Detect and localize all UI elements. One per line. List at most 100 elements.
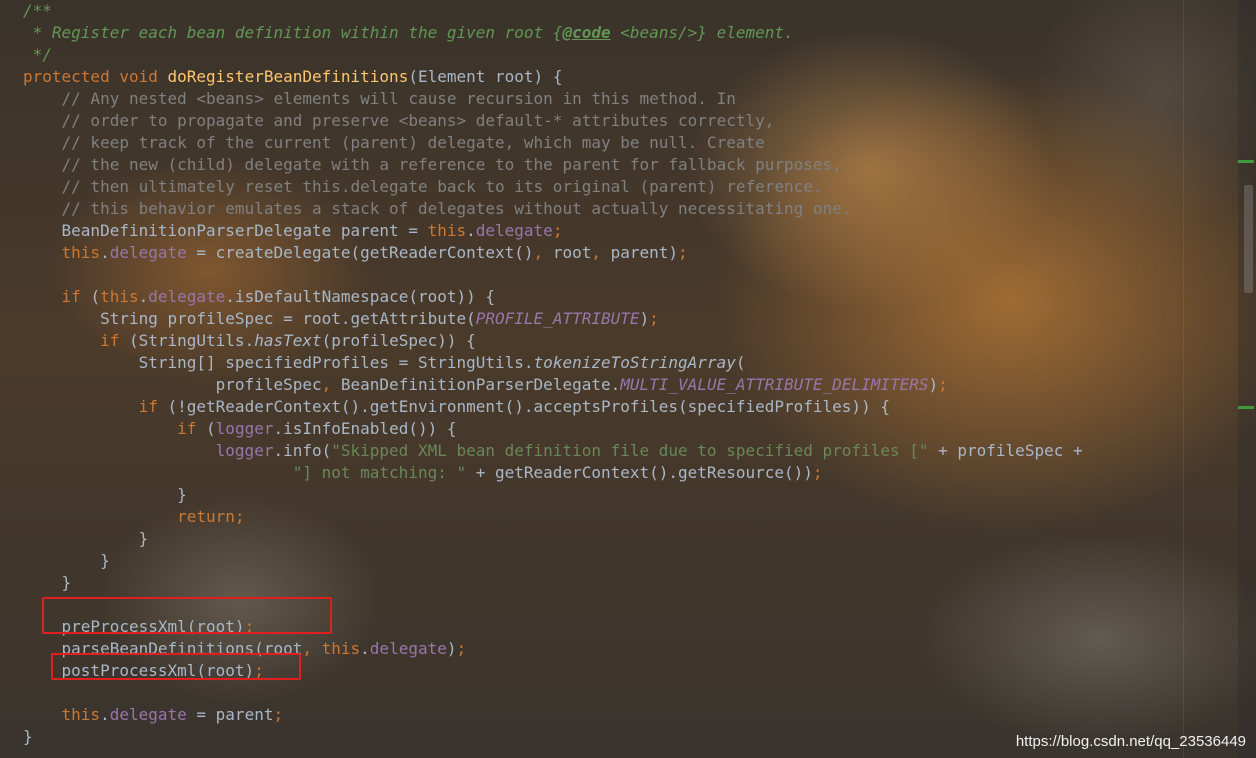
code-line[interactable]: } xyxy=(23,528,1083,550)
code-line[interactable]: * Register each bean definition within t… xyxy=(23,22,1083,44)
code-token: .isDefaultNamespace(root)) { xyxy=(225,287,496,306)
code-line[interactable]: "] not matching: " + getReaderContext().… xyxy=(23,462,1083,484)
code-token: if xyxy=(61,287,91,306)
code-token: ) xyxy=(446,639,457,658)
highlight-box-preprocessxml xyxy=(42,597,332,634)
code-line[interactable]: profileSpec, BeanDefinitionParserDelegat… xyxy=(23,374,1083,396)
code-token: logger xyxy=(215,441,274,460)
highlight-box-postprocessxml xyxy=(51,653,301,680)
code-token: } xyxy=(23,529,149,548)
code-line[interactable]: } xyxy=(23,550,1083,572)
code-token: protected void xyxy=(23,67,168,86)
code-token: logger xyxy=(215,419,274,438)
code-token: ; xyxy=(812,463,823,482)
code-token: + profileSpec + xyxy=(928,441,1083,460)
code-token: .info( xyxy=(273,441,332,460)
scrollbar-thumb[interactable] xyxy=(1244,185,1253,293)
change-marker[interactable] xyxy=(1238,406,1254,409)
code-token: ; xyxy=(678,243,688,262)
code-token: .isInfoEnabled()) { xyxy=(273,419,457,438)
code-line[interactable]: } xyxy=(23,572,1083,594)
code-token: . xyxy=(360,639,370,658)
code-editor[interactable]: /** * Register each bean definition with… xyxy=(23,0,1083,748)
code-token: ; xyxy=(273,705,284,724)
change-marker[interactable] xyxy=(1238,160,1254,163)
code-line[interactable]: if (this.delegate.isDefaultNamespace(roo… xyxy=(23,286,1083,308)
code-token: "Skipped XML bean definition file due to… xyxy=(331,441,929,460)
code-token: ( xyxy=(206,419,216,438)
code-line[interactable]: protected void doRegisterBeanDefinitions… xyxy=(23,66,1083,88)
code-line[interactable]: return; xyxy=(23,506,1083,528)
code-line[interactable]: // order to propagate and preserve <bean… xyxy=(23,110,1083,132)
code-line[interactable] xyxy=(23,682,1083,704)
code-line[interactable]: */ xyxy=(23,44,1083,66)
code-token: delegate xyxy=(148,287,226,306)
code-token: // keep track of the current (parent) de… xyxy=(23,133,765,152)
code-token: ; xyxy=(938,375,948,394)
code-token: this xyxy=(61,705,101,724)
code-line[interactable]: } xyxy=(23,484,1083,506)
code-token: . xyxy=(466,221,476,240)
code-token: delegate xyxy=(369,639,447,658)
code-token: , xyxy=(533,243,553,262)
code-line[interactable]: this.delegate = createDelegate(getReader… xyxy=(23,242,1083,264)
watermark-text: https://blog.csdn.net/qq_23536449 xyxy=(1015,733,1246,750)
code-token: String[] specifiedProfiles = StringUtils… xyxy=(23,353,534,372)
code-token: } xyxy=(23,485,187,504)
code-line[interactable]: // the new (child) delegate with a refer… xyxy=(23,154,1083,176)
code-token: + getReaderContext().getResource()) xyxy=(466,463,813,482)
code-token: String profileSpec = root.getAttribute( xyxy=(23,309,476,328)
code-token: , xyxy=(591,243,611,262)
code-token: this xyxy=(427,221,467,240)
code-line[interactable]: this.delegate = parent; xyxy=(23,704,1083,726)
editor-gutter-right xyxy=(1238,0,1256,758)
code-line[interactable]: } xyxy=(23,726,1083,748)
code-token: if xyxy=(177,419,207,438)
code-token: ; xyxy=(456,639,467,658)
code-token: } xyxy=(23,727,33,746)
code-line[interactable]: logger.info("Skipped XML bean definition… xyxy=(23,440,1083,462)
code-line[interactable]: if (!getReaderContext().getEnvironment()… xyxy=(23,396,1083,418)
code-token: (profileSpec)) { xyxy=(321,331,476,350)
code-token: "] not matching: " xyxy=(23,463,467,482)
code-token: . xyxy=(100,705,110,724)
code-line[interactable]: BeanDefinitionParserDelegate parent = th… xyxy=(23,220,1083,242)
code-token: parent) xyxy=(610,243,679,262)
code-token: } xyxy=(23,551,110,570)
code-token: ( xyxy=(90,287,101,306)
code-line[interactable]: if (StringUtils.hasText(profileSpec)) { xyxy=(23,330,1083,352)
code-line[interactable]: // Any nested <beans> elements will caus… xyxy=(23,88,1083,110)
code-line[interactable] xyxy=(23,264,1083,286)
code-token: profileSpec xyxy=(23,375,322,394)
code-token: * Register each bean definition within t… xyxy=(23,23,563,42)
code-token: ; xyxy=(649,309,659,328)
code-token: tokenizeToStringArray xyxy=(533,353,736,372)
code-token: . xyxy=(138,287,149,306)
code-token: = createDelegate(getReaderContext() xyxy=(186,243,534,262)
code-token: hasText xyxy=(254,331,322,350)
code-line[interactable]: // then ultimately reset this.delegate b… xyxy=(23,176,1083,198)
code-token: this xyxy=(100,287,139,306)
code-line[interactable]: String profileSpec = root.getAttribute(P… xyxy=(23,308,1083,330)
code-line[interactable]: // keep track of the current (parent) de… xyxy=(23,132,1083,154)
code-token: <beans/>} element. xyxy=(610,23,794,42)
code-line[interactable]: // this behavior emulates a stack of del… xyxy=(23,198,1083,220)
code-line[interactable]: /** xyxy=(23,0,1083,22)
code-token: /** xyxy=(23,1,52,20)
code-token: ) xyxy=(928,375,939,394)
code-token: // order to propagate and preserve <bean… xyxy=(23,111,775,130)
code-token: MULTI_VALUE_ATTRIBUTE_DELIMITERS xyxy=(620,375,929,394)
code-line[interactable]: String[] specifiedProfiles = StringUtils… xyxy=(23,352,1083,374)
code-token: delegate xyxy=(109,705,187,724)
code-line[interactable]: if (logger.isInfoEnabled()) { xyxy=(23,418,1083,440)
code-token: */ xyxy=(23,45,52,64)
code-token: BeanDefinitionParserDelegate parent = xyxy=(23,221,428,240)
code-token: } xyxy=(23,573,72,592)
code-token: (StringUtils. xyxy=(128,331,255,350)
